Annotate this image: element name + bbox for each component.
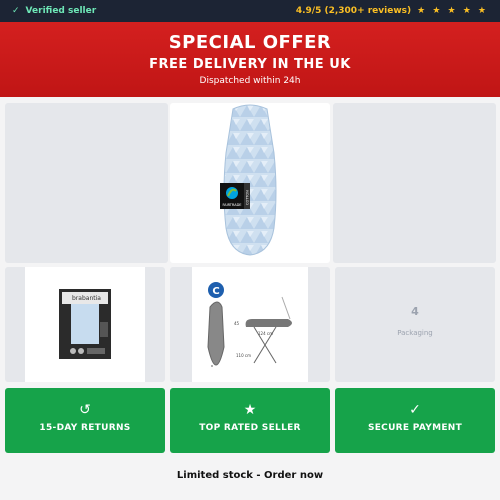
dim-label-3: 110 cm (236, 353, 251, 358)
rating-text: 4.9/5 (2,300+ reviews) (295, 6, 412, 16)
dim-label-1: 45 (234, 321, 240, 326)
rating-stars: ★ ★ ★ ★ ★ (417, 6, 488, 16)
top-rated-label: TOP RATED SELLER (199, 423, 301, 433)
banner-note: Dispatched within 24h (199, 76, 301, 86)
size-diagram-image: C 45 124 cm 110 cm (207, 282, 292, 367)
dim-label-2: 124 cm (258, 331, 273, 336)
brand-text: brabantia (72, 295, 101, 302)
ironing-board-cover-image: FAIRTRADE COTTON (220, 104, 277, 256)
verified-label: Verified seller (25, 6, 97, 16)
returns-label: 15-DAY RETURNS (39, 423, 131, 433)
banner-title: SPECIAL OFFER (168, 32, 332, 53)
star-icon: ★ (243, 402, 257, 418)
cotton-text: COTTON (246, 190, 250, 205)
check-icon: ✓ (12, 6, 20, 16)
seller-rating: 4.9/5 (2,300+ reviews) ★ ★ ★ ★ ★ (296, 6, 488, 16)
gallery-main-image[interactable]: FAIRTRADE COTTON (170, 103, 330, 263)
gallery-thumb-box[interactable]: brabantia (5, 267, 165, 382)
top-bar: ✓ Verified seller 4.9/5 (2,300+ reviews) ★… (0, 0, 500, 22)
secure-payment-badge: ✓ SECURE PAYMENT (335, 388, 495, 453)
packaging-box-image: brabantia (59, 289, 111, 359)
gallery-tile-left-blank[interactable] (5, 103, 168, 263)
verified-seller: ✓ Verified seller (12, 6, 96, 16)
returns-icon: ↺ (79, 402, 91, 418)
returns-badge: ↺ 15-DAY RETURNS (5, 388, 165, 453)
check-icon: ✓ (409, 402, 421, 418)
banner-subtitle: FREE DELIVERY IN THE UK (149, 57, 351, 72)
limited-stock-text: Limited stock - Order now (176, 470, 324, 481)
secure-payment-label: SECURE PAYMENT (367, 423, 463, 433)
fairtrade-text: FAIRTRADE (222, 203, 241, 207)
special-offer-banner: SPECIAL OFFER FREE DELIVERY IN THE UK Di… (0, 22, 500, 97)
placeholder-number: 4 (411, 305, 419, 318)
placeholder-label: Packaging (397, 329, 433, 337)
top-rated-badge: ★ TOP RATED SELLER (170, 388, 330, 453)
gallery-thumb-size[interactable]: C 45 124 cm 110 cm (170, 267, 330, 382)
gallery-tile-right-blank[interactable] (333, 103, 496, 263)
gallery-thumb-packaging-placeholder[interactable]: 4 Packaging (335, 267, 495, 382)
size-letter: C (212, 286, 219, 297)
